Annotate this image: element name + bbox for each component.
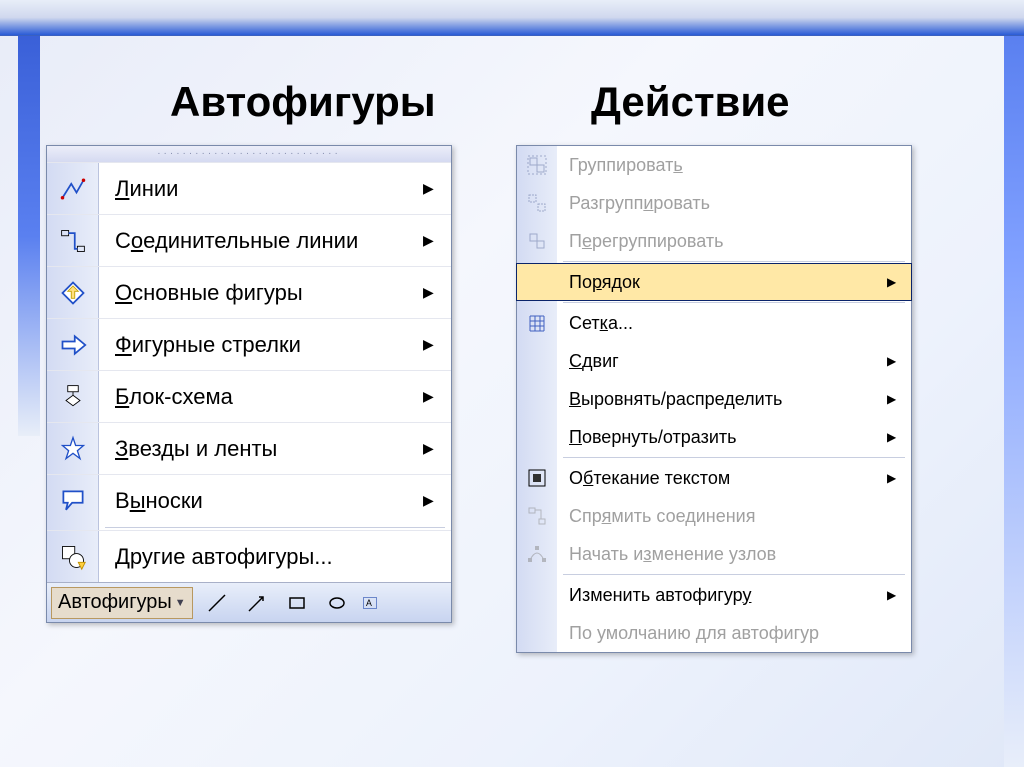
- slide-right-bar: [1004, 36, 1024, 767]
- oval-tool-button[interactable]: [321, 587, 353, 619]
- menu-label: Разгруппировать: [557, 193, 911, 214]
- slide-accent-stripe: [18, 36, 40, 436]
- submenu-arrow-icon: ▶: [423, 336, 451, 353]
- slide-top-bar: [0, 0, 1024, 36]
- menu-label: Спрямить соединения: [557, 506, 911, 527]
- basic-shapes-icon: [47, 267, 99, 318]
- submenu-arrow-icon: ▶: [423, 232, 451, 249]
- menu-item-set-autoshape-defaults[interactable]: По умолчанию для автофигур: [517, 614, 911, 652]
- menu-label: Порядок: [557, 272, 887, 293]
- drawing-toolbar: Автофигуры▼ A: [47, 582, 451, 622]
- more-shapes-icon: [47, 531, 99, 582]
- stars-icon: [47, 423, 99, 474]
- submenu-arrow-icon: ▶: [887, 588, 911, 602]
- menu-label: Перегруппировать: [557, 231, 911, 252]
- autoshapes-menu: ····························· Линии ▶ Со…: [46, 145, 452, 623]
- menu-item-nudge[interactable]: Сдвиг ▶: [517, 342, 911, 380]
- menu-label: Сетка...: [557, 313, 911, 334]
- menu-item-change-autoshape[interactable]: Изменить автофигуру ▶: [517, 576, 911, 614]
- menu-label: Основные фигуры: [99, 280, 423, 306]
- heading-actions: Действие: [591, 78, 790, 126]
- svg-text:A: A: [366, 598, 372, 608]
- grid-icon: [517, 304, 557, 342]
- menu-label: Выноски: [99, 488, 423, 514]
- connectors-icon: [47, 215, 99, 266]
- menu-label: Повернуть/отразить: [557, 427, 887, 448]
- edit-points-icon: [517, 535, 557, 573]
- blank-icon: [517, 418, 557, 456]
- blank-icon: [517, 342, 557, 380]
- menu-item-align-distribute[interactable]: Выровнять/распределить ▶: [517, 380, 911, 418]
- arrow-tool-button[interactable]: [241, 587, 273, 619]
- submenu-arrow-icon: ▶: [887, 354, 911, 368]
- menu-label: Изменить автофигуру: [557, 585, 887, 606]
- menu-item-rotate-flip[interactable]: Повернуть/отразить ▶: [517, 418, 911, 456]
- menu-item-block-arrows[interactable]: Фигурные стрелки ▶: [47, 318, 451, 370]
- flowchart-icon: [47, 371, 99, 422]
- submenu-arrow-icon: ▶: [423, 284, 451, 301]
- blank-icon: [517, 264, 557, 300]
- heading-autoshapes: Автофигуры: [170, 78, 436, 126]
- menu-label: Фигурные стрелки: [99, 332, 423, 358]
- rectangle-tool-button[interactable]: [281, 587, 313, 619]
- menu-item-more-autoshapes[interactable]: Другие автофигуры...: [47, 530, 451, 582]
- autoshapes-dropdown-button[interactable]: Автофигуры▼: [51, 587, 193, 619]
- menu-label: По умолчанию для автофигур: [557, 623, 911, 644]
- text-wrapping-icon: [517, 459, 557, 497]
- submenu-arrow-icon: ▶: [423, 492, 451, 509]
- menu-item-group[interactable]: Группировать: [517, 146, 911, 184]
- menu-item-stars-banners[interactable]: Звезды и ленты ▶: [47, 422, 451, 474]
- submenu-arrow-icon: ▶: [423, 388, 451, 405]
- group-icon: [517, 146, 557, 184]
- menu-label: Соединительные линии: [99, 228, 423, 254]
- menu-label: Звезды и ленты: [99, 436, 423, 462]
- menu-label: Группировать: [557, 155, 911, 176]
- button-label: Автофигуры: [58, 591, 172, 614]
- lines-icon: [47, 163, 99, 214]
- menu-item-connectors[interactable]: Соединительные линии ▶: [47, 214, 451, 266]
- menu-item-callouts[interactable]: Выноски ▶: [47, 474, 451, 526]
- block-arrows-icon: [47, 319, 99, 370]
- callouts-icon: [47, 475, 99, 526]
- menu-item-regroup[interactable]: Перегруппировать: [517, 222, 911, 260]
- submenu-arrow-icon: ▶: [887, 275, 911, 289]
- submenu-arrow-icon: ▶: [423, 440, 451, 457]
- blank-icon: [517, 576, 557, 614]
- ungroup-icon: [517, 184, 557, 222]
- menu-item-reroute-connectors[interactable]: Спрямить соединения: [517, 497, 911, 535]
- actions-menu: Группировать Разгруппировать Перегруппир…: [516, 145, 912, 653]
- blank-icon: [517, 380, 557, 418]
- menu-item-text-wrapping[interactable]: Обтекание текстом ▶: [517, 459, 911, 497]
- menu-item-edit-points[interactable]: Начать изменение узлов: [517, 535, 911, 573]
- menu-label: Обтекание текстом: [557, 468, 887, 489]
- textbox-tool-button[interactable]: A: [361, 587, 379, 619]
- menu-label: Начать изменение узлов: [557, 544, 911, 565]
- menu-item-ungroup[interactable]: Разгруппировать: [517, 184, 911, 222]
- menu-item-basic-shapes[interactable]: Основные фигуры ▶: [47, 266, 451, 318]
- menu-label: Другие автофигуры...: [99, 544, 451, 570]
- menu-item-order[interactable]: Порядок ▶: [516, 263, 912, 301]
- menu-label: Выровнять/распределить: [557, 389, 887, 410]
- submenu-arrow-icon: ▶: [887, 430, 911, 444]
- line-tool-button[interactable]: [201, 587, 233, 619]
- submenu-arrow-icon: ▶: [423, 180, 451, 197]
- submenu-arrow-icon: ▶: [887, 471, 911, 485]
- menu-label: Блок-схема: [99, 384, 423, 410]
- menu-grip[interactable]: ·····························: [47, 146, 451, 162]
- menu-label: Линии: [99, 176, 423, 202]
- regroup-icon: [517, 222, 557, 260]
- menu-item-lines[interactable]: Линии ▶: [47, 162, 451, 214]
- dropdown-arrow-icon: ▼: [175, 597, 186, 609]
- submenu-arrow-icon: ▶: [887, 392, 911, 406]
- blank-icon: [517, 614, 557, 652]
- menu-label: Сдвиг: [557, 351, 887, 372]
- menu-item-flowchart[interactable]: Блок-схема ▶: [47, 370, 451, 422]
- reroute-icon: [517, 497, 557, 535]
- menu-item-grid[interactable]: Сетка...: [517, 304, 911, 342]
